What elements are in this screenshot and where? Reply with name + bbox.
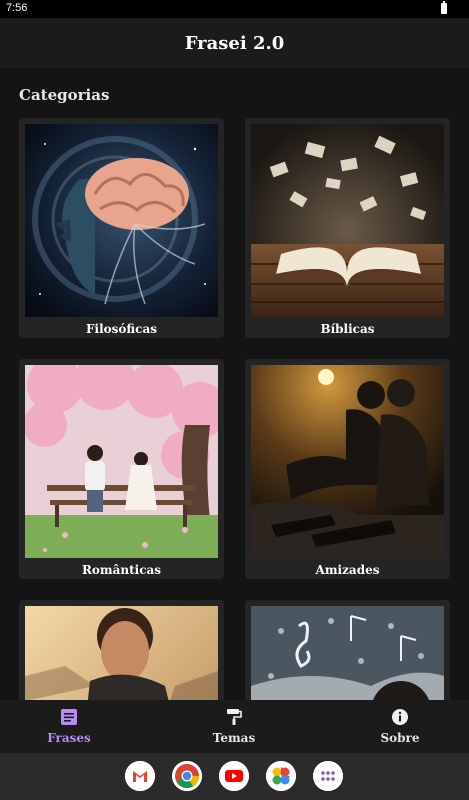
nav-label: Sobre (380, 731, 420, 745)
gmail-icon[interactable] (125, 761, 155, 791)
app-title: Frasei 2.0 (184, 32, 285, 54)
category-label: Bíblicas (320, 322, 375, 336)
nav-label: Frases (47, 731, 91, 745)
app-drawer-icon[interactable] (313, 761, 343, 791)
quote-card-icon (60, 708, 78, 726)
nav-item-frases[interactable]: Frases (9, 700, 129, 753)
system-dock (0, 753, 469, 800)
paint-roller-icon (225, 708, 243, 726)
category-card-6[interactable] (245, 600, 450, 700)
category-card-romanticas[interactable]: Românticas (19, 359, 224, 579)
youtube-icon[interactable] (219, 761, 249, 791)
category-label: Românticas (81, 563, 162, 577)
category-image-6 (251, 606, 444, 700)
nav-item-temas[interactable]: Temas (174, 700, 294, 753)
category-card-filosoficas[interactable]: Filosóficas (19, 118, 224, 338)
nav-item-sobre[interactable]: Sobre (340, 700, 460, 753)
nav-label: Temas (212, 731, 256, 745)
category-image-amizades (251, 365, 444, 558)
category-image-romanticas (25, 365, 218, 558)
category-image-5 (25, 606, 218, 700)
bottom-navigation: Frases Temas Sobre (0, 700, 469, 753)
photos-icon[interactable] (266, 761, 296, 791)
category-label: Amizades (315, 563, 380, 577)
category-label: Filosóficas (86, 322, 157, 336)
category-card-5[interactable] (19, 600, 224, 700)
category-card-amizades[interactable]: Amizades (245, 359, 450, 579)
section-title: Categorias (19, 86, 110, 104)
status-time: 7:56 (6, 2, 28, 14)
app-bar: Frasei 2.0 (0, 18, 469, 68)
battery-icon (441, 1, 447, 14)
chrome-icon[interactable] (172, 761, 202, 791)
info-icon (391, 708, 409, 726)
category-image-biblicas (251, 124, 444, 317)
status-bar: 7:56 (0, 0, 469, 18)
category-card-biblicas[interactable]: Bíblicas (245, 118, 450, 338)
category-image-filosoficas (25, 124, 218, 317)
categories-list[interactable]: Categorias Filosóficas Bíblicas Romântic… (0, 68, 469, 700)
